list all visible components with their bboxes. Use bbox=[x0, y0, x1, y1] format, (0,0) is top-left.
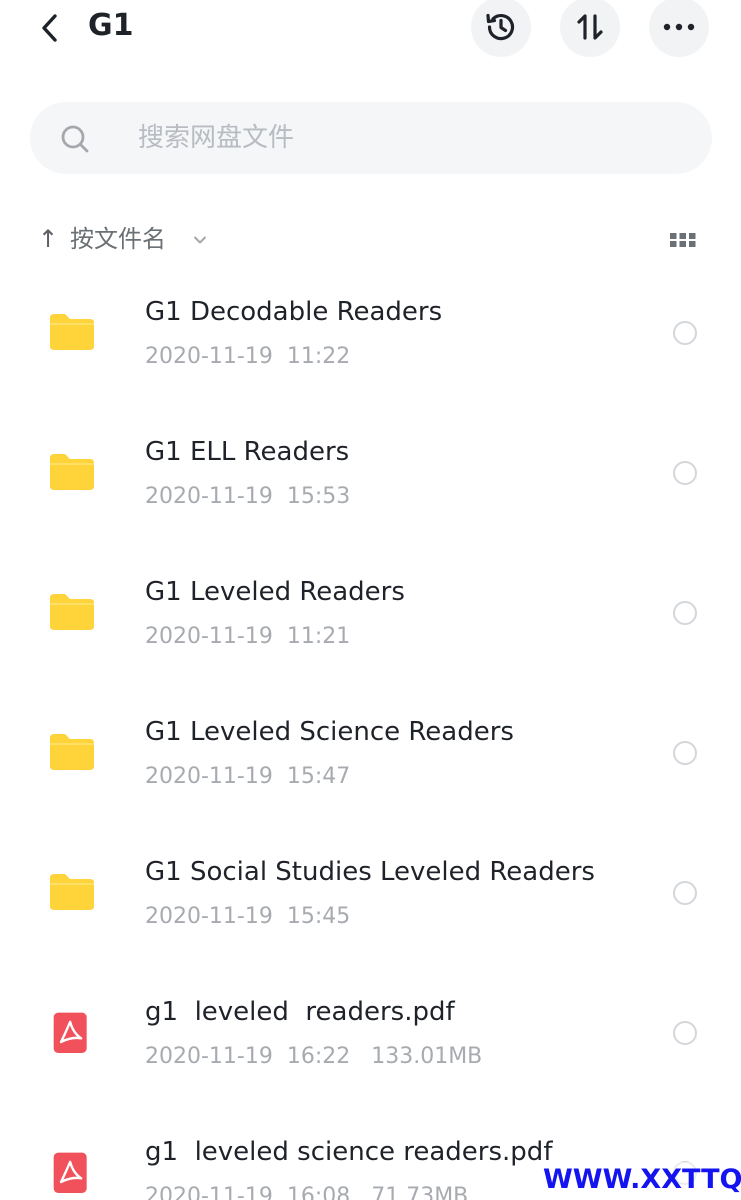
file-meta: 2020-11-19 11:21 bbox=[145, 624, 351, 649]
file-name: g1 leveled readers.pdf bbox=[145, 997, 455, 1027]
file-row-folder[interactable]: G1 Decodable Readers 2020-11-19 11:22 bbox=[0, 272, 741, 412]
top-bar: G1 bbox=[0, 0, 741, 57]
select-checkbox[interactable] bbox=[673, 321, 697, 345]
file-name: G1 Leveled Readers bbox=[145, 577, 405, 607]
select-checkbox[interactable] bbox=[673, 601, 697, 625]
file-name: G1 ELL Readers bbox=[145, 437, 350, 467]
file-row-pdf[interactable]: g1 leveled readers.pdf 2020-11-19 16:22 … bbox=[0, 972, 741, 1112]
more-button[interactable] bbox=[649, 0, 709, 57]
sort-by-name-label[interactable]: 按文件名 bbox=[70, 222, 166, 256]
pdf-file-icon bbox=[53, 1152, 87, 1193]
file-row-folder[interactable]: G1 Leveled Readers 2020-11-19 11:21 bbox=[0, 552, 741, 692]
search-input[interactable] bbox=[138, 102, 698, 174]
select-checkbox[interactable] bbox=[673, 741, 697, 765]
back-button[interactable] bbox=[30, 8, 70, 48]
folder-icon bbox=[50, 314, 94, 350]
file-name: G1 Decodable Readers bbox=[145, 297, 443, 327]
more-dots-icon bbox=[663, 23, 695, 31]
folder-icon bbox=[50, 594, 94, 630]
file-name: g1 leveled science readers.pdf bbox=[145, 1137, 553, 1167]
file-browser-screen: G1 搜索网盘文件 ↑ 按文件名 G1 Decodable Readers 20… bbox=[0, 0, 741, 1200]
file-meta: 2020-11-19 15:47 bbox=[145, 764, 351, 789]
watermark-text: WWW.XXTTQ.COM bbox=[543, 1162, 741, 1198]
file-meta: 2020-11-19 16:08 71.73MB bbox=[145, 1184, 469, 1200]
history-clock-icon bbox=[486, 13, 515, 41]
search-icon bbox=[61, 125, 89, 153]
file-row-folder[interactable]: G1 Social Studies Leveled Readers 2020-1… bbox=[0, 832, 741, 972]
transfer-button[interactable] bbox=[560, 0, 620, 57]
folder-icon bbox=[50, 734, 94, 770]
back-chevron-icon bbox=[42, 14, 57, 42]
sort-direction-arrow[interactable]: ↑ bbox=[38, 224, 58, 254]
file-meta: 2020-11-19 16:22 133.01MB bbox=[145, 1044, 483, 1069]
file-meta: 2020-11-19 15:53 bbox=[145, 484, 351, 509]
pdf-file-icon bbox=[53, 1012, 87, 1053]
file-meta: 2020-11-19 15:45 bbox=[145, 904, 351, 929]
page-title: G1 bbox=[88, 8, 134, 43]
file-meta: 2020-11-19 11:22 bbox=[145, 344, 351, 369]
chevron-down-icon[interactable] bbox=[192, 232, 208, 248]
file-name: G1 Leveled Science Readers bbox=[145, 717, 514, 747]
file-row-folder[interactable]: G1 ELL Readers 2020-11-19 15:53 bbox=[0, 412, 741, 552]
select-checkbox[interactable] bbox=[673, 1021, 697, 1045]
sort-bar: ↑ 按文件名 bbox=[0, 214, 741, 266]
file-row-folder[interactable]: G1 Leveled Science Readers 2020-11-19 15… bbox=[0, 692, 741, 832]
folder-icon bbox=[50, 454, 94, 490]
select-checkbox[interactable] bbox=[673, 881, 697, 905]
file-list: G1 Decodable Readers 2020-11-19 11:22 G1… bbox=[0, 272, 741, 1200]
select-checkbox[interactable] bbox=[673, 461, 697, 485]
file-name: G1 Social Studies Leveled Readers bbox=[145, 857, 595, 887]
grid-view-icon[interactable] bbox=[668, 228, 698, 252]
history-button[interactable] bbox=[471, 0, 531, 57]
transfer-arrows-icon bbox=[577, 14, 603, 40]
folder-icon bbox=[50, 874, 94, 910]
search-bar[interactable] bbox=[30, 102, 712, 174]
